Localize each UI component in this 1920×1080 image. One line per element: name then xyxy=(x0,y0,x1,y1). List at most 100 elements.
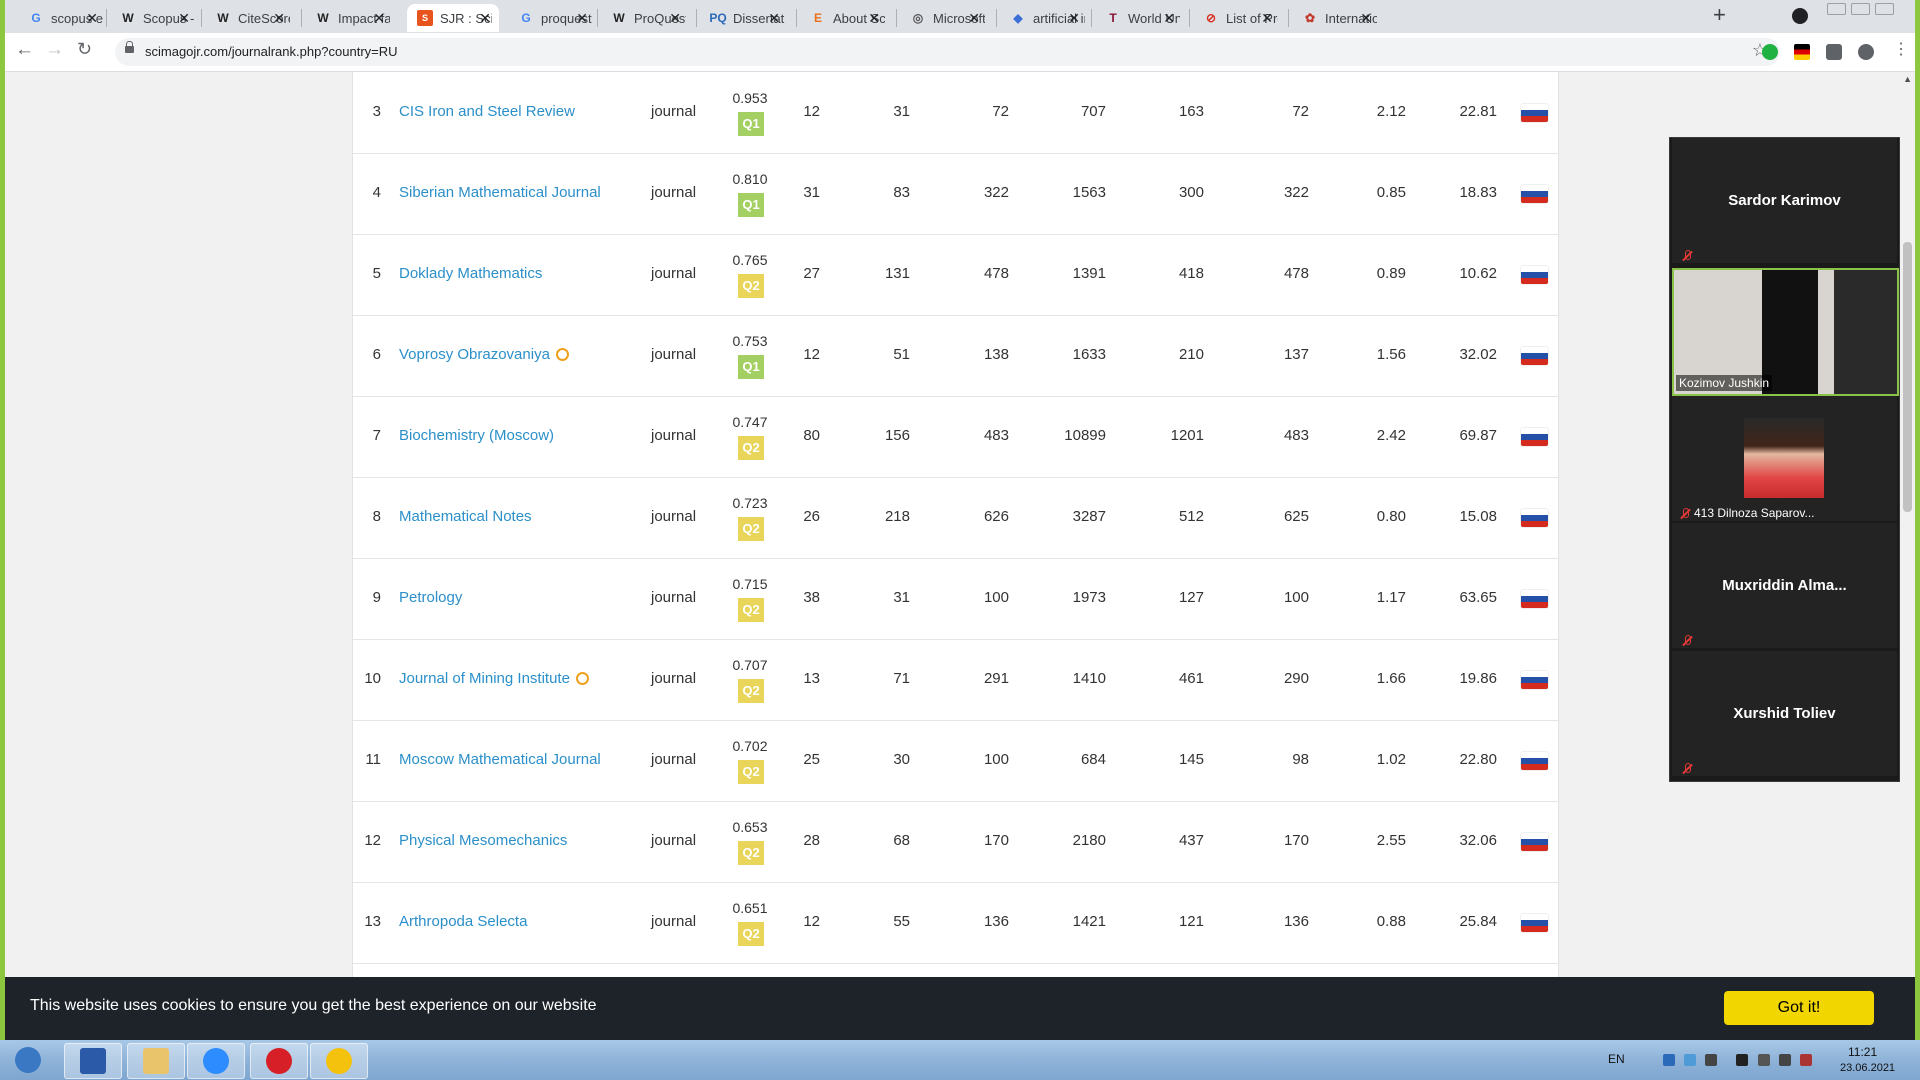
journal-title-link[interactable]: Siberian Mathematical Journal xyxy=(399,184,601,201)
clock-date[interactable]: 23.06.2021 xyxy=(1840,1062,1895,1074)
speaker-tray-icon[interactable] xyxy=(1705,1054,1717,1066)
journal-title-link[interactable]: Journal of Mining Institute xyxy=(399,670,570,687)
browser-tab[interactable]: ◎ Microsoft ✕ xyxy=(900,4,988,32)
docs-year-cell: 55 xyxy=(893,913,910,930)
url-text[interactable]: scimagojr.com/journalrank.php?country=RU xyxy=(145,44,398,59)
scroll-up-arrow[interactable]: ▲ xyxy=(1903,74,1912,84)
tab-search-icon[interactable] xyxy=(1792,8,1808,24)
browser-tab[interactable]: WImpact fac✕ xyxy=(305,4,393,32)
refs-cell: 2180 xyxy=(1072,832,1106,849)
extensions-puzzle-icon[interactable] xyxy=(1826,44,1842,60)
forward-icon[interactable]: → xyxy=(45,39,64,61)
close-tab-icon[interactable]: ✕ xyxy=(669,10,681,27)
zoom-app-icon[interactable] xyxy=(187,1043,245,1079)
back-icon[interactable]: ← xyxy=(15,39,34,61)
participant-video[interactable]: Kozimov Jushkin xyxy=(1672,268,1899,396)
journal-title-link[interactable]: Arthropoda Selecta xyxy=(399,913,527,930)
participant-tile[interactable]: Sardor Karimov xyxy=(1672,138,1897,263)
journal-title-cell: Siberian Mathematical Journal xyxy=(399,184,601,201)
rank-cell: 5 xyxy=(372,265,381,282)
save-icon[interactable] xyxy=(64,1043,122,1079)
browser-tab[interactable]: ◆artificial in✕ xyxy=(1000,4,1088,32)
muted-mic-icon xyxy=(1682,635,1692,647)
profile-avatar-icon[interactable] xyxy=(1858,44,1874,60)
extension-check-icon[interactable] xyxy=(1762,44,1778,60)
journal-title-link[interactable]: Voprosy Obrazovaniya xyxy=(399,346,550,363)
browser-tab[interactable]: Gproquest ✕ xyxy=(508,4,596,32)
app-tray-icon[interactable] xyxy=(1736,1054,1748,1066)
tab-separator xyxy=(696,9,697,27)
new-tab-button[interactable]: + xyxy=(1713,2,1726,28)
browser-tab[interactable]: SSJR : Scien✕ xyxy=(407,4,499,32)
participant-tile[interactable]: Xurshid Toliev xyxy=(1672,651,1897,776)
network-tray-icon[interactable] xyxy=(1663,1054,1675,1066)
h-index-cell: 25 xyxy=(803,751,820,768)
browser-tab[interactable]: EAbout Sco✕ xyxy=(800,4,888,32)
close-tab-icon[interactable]: ✕ xyxy=(576,10,588,27)
ref-per-doc-cell: 22.81 xyxy=(1459,103,1497,120)
close-tab-icon[interactable]: ✕ xyxy=(1163,10,1175,27)
volume-tray-icon[interactable] xyxy=(1758,1054,1770,1066)
journal-title-cell: CIS Iron and Steel Review xyxy=(399,103,575,120)
close-tab-icon[interactable]: ✕ xyxy=(1068,10,1080,27)
monitor-shape xyxy=(1834,270,1897,394)
close-tab-icon[interactable]: ✕ xyxy=(1360,10,1372,27)
journal-title-link[interactable]: Physical Mesomechanics xyxy=(399,832,567,849)
journal-title-link[interactable]: Petrology xyxy=(399,589,462,606)
browser-tab[interactable]: W ProQuest ✕ xyxy=(601,4,689,32)
page-scrollbar[interactable]: ▲ xyxy=(1900,72,1915,977)
journal-title-link[interactable]: CIS Iron and Steel Review xyxy=(399,103,575,120)
bluetooth-tray-icon[interactable] xyxy=(1684,1054,1696,1066)
lock-icon[interactable] xyxy=(125,41,134,53)
close-tab-icon[interactable]: ✕ xyxy=(86,10,98,27)
participant-tile[interactable]: Muxriddin Alma... xyxy=(1672,523,1897,648)
journal-title-link[interactable]: Moscow Mathematical Journal xyxy=(399,751,601,768)
cookie-accept-button[interactable]: Got it! xyxy=(1724,991,1874,1025)
browser-tab[interactable]: PQDissertatio✕ xyxy=(700,4,788,32)
close-tab-icon[interactable]: ✕ xyxy=(868,10,880,27)
ref-per-doc-cell: 15.08 xyxy=(1459,508,1497,525)
close-tab-icon[interactable]: ✕ xyxy=(178,10,190,27)
extension-flag-icon[interactable] xyxy=(1794,44,1810,60)
browser-tab[interactable]: ✿ Internatio ✕ xyxy=(1292,4,1380,32)
reload-icon[interactable]: ↻ xyxy=(77,39,92,60)
google-icon: G xyxy=(31,11,41,25)
browser-tab[interactable]: ⊘List of Pre✕ xyxy=(1193,4,1281,32)
cites-per-doc-cell: 2.55 xyxy=(1376,832,1406,849)
table-row: 6 Voprosy Obrazovaniya journal 0.753 Q1 12 51 1… xyxy=(353,315,1558,397)
browser-tab[interactable]: Gscopus en✕ xyxy=(18,4,106,32)
journal-title-link[interactable]: Biochemistry (Moscow) xyxy=(399,427,554,444)
close-window-button[interactable] xyxy=(1875,3,1894,15)
clock-time[interactable]: 11:21 xyxy=(1848,1045,1877,1059)
docs-year-cell: 31 xyxy=(893,589,910,606)
browser-tab[interactable]: WScopus - W✕ xyxy=(110,4,198,32)
close-tab-icon[interactable]: ✕ xyxy=(968,10,980,27)
opera-icon[interactable] xyxy=(250,1043,308,1079)
language-indicator[interactable]: EN xyxy=(1608,1052,1625,1066)
browser-tab[interactable]: T World Uni ✕ xyxy=(1095,4,1183,32)
muted-mic-icon xyxy=(1682,763,1692,775)
flag-tray-icon[interactable] xyxy=(1800,1054,1812,1066)
close-tab-icon[interactable]: ✕ xyxy=(768,10,780,27)
journal-title-link[interactable]: Doklady Mathematics xyxy=(399,265,542,282)
docs-3y-cell: 291 xyxy=(983,670,1009,687)
close-tab-icon[interactable]: ✕ xyxy=(273,10,285,27)
scroll-thumb[interactable] xyxy=(1903,242,1912,512)
close-tab-icon[interactable]: ✕ xyxy=(373,10,385,27)
rank-cell: 10 xyxy=(364,670,381,687)
journal-title-link[interactable]: Mathematical Notes xyxy=(399,508,532,525)
close-tab-icon[interactable]: ✕ xyxy=(479,10,491,27)
close-tab-icon[interactable]: ✕ xyxy=(1261,10,1273,27)
browser-tab[interactable]: W CiteScore ✕ xyxy=(205,4,293,32)
windows-start-icon[interactable] xyxy=(0,1043,56,1077)
journal-title-cell: Voprosy Obrazovaniya xyxy=(399,346,569,363)
tab-separator xyxy=(996,9,997,27)
restore-button[interactable] xyxy=(1851,3,1870,15)
ref-per-doc-cell: 25.84 xyxy=(1459,913,1497,930)
chrome-icon[interactable] xyxy=(310,1043,368,1079)
display-tray-icon[interactable] xyxy=(1779,1054,1791,1066)
address-bar[interactable]: scimagojr.com/journalrank.php?country=RU… xyxy=(115,38,1780,66)
minimize-button[interactable] xyxy=(1827,3,1846,15)
browser-menu-icon[interactable]: ⋮ xyxy=(1893,39,1909,59)
file-explorer-icon[interactable] xyxy=(127,1043,185,1079)
